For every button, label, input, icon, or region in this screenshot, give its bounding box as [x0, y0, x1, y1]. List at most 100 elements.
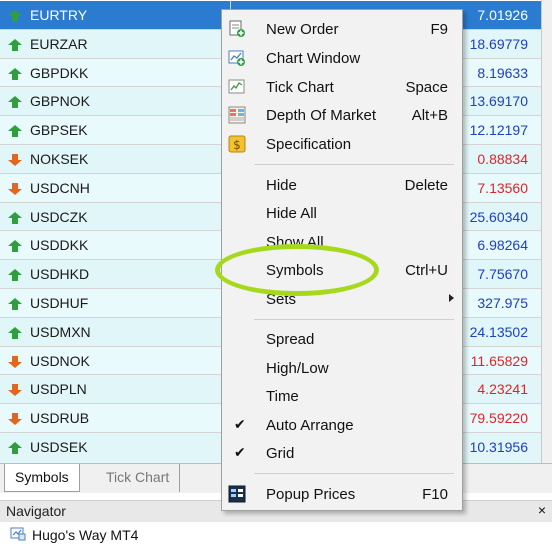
- menu-shortcut: Delete: [404, 177, 448, 194]
- ask-price: 13.69170: [469, 93, 528, 110]
- menu-label: Auto Arrange: [266, 417, 354, 434]
- menu-item-high-low[interactable]: High/Low: [222, 355, 462, 383]
- menu-shortcut: Alt+B: [411, 107, 448, 124]
- menu-separator: [254, 319, 454, 320]
- menu-label: Chart Window: [266, 50, 361, 67]
- symbol-name: USDHUF: [30, 295, 89, 311]
- menu-separator: [254, 473, 454, 474]
- menu-item-grid[interactable]: ✔ Grid: [222, 440, 462, 468]
- ask-price: 10.31956: [469, 439, 528, 455]
- ask-price: 24.13502: [469, 323, 528, 340]
- menu-shortcut: Ctrl+U: [405, 262, 448, 279]
- menu-item-specification[interactable]: $ Specification: [222, 131, 462, 159]
- ask-price: 6.98264: [477, 237, 528, 254]
- menu-label: Tick Chart: [266, 79, 334, 96]
- arrow-up-icon: [8, 269, 22, 282]
- svg-text:$: $: [233, 138, 241, 152]
- tab-tick-chart[interactable]: Tick Chart: [96, 464, 181, 492]
- arrow-up-icon: [8, 211, 22, 224]
- ask-price: 8.19633: [477, 64, 528, 81]
- arrow-down-icon: [8, 413, 22, 426]
- tick-chart-icon: [228, 79, 245, 94]
- popup-prices-icon: [228, 485, 246, 503]
- menu-label: Specification: [266, 136, 352, 153]
- menu-item-hide[interactable]: Hide Delete: [222, 172, 462, 200]
- ask-price: 18.69779: [469, 35, 528, 52]
- menu-item-hide-all[interactable]: Hide All: [222, 200, 462, 228]
- ask-price: 0.88834: [477, 151, 528, 167]
- depth-of-market-icon: [228, 106, 246, 124]
- ask-price: 12.12197: [469, 122, 528, 139]
- menu-label: Spread: [266, 331, 315, 348]
- menu-label: High/Low: [266, 360, 329, 377]
- arrow-down-icon: [8, 384, 22, 397]
- arrow-down-icon: [8, 182, 22, 195]
- menu-shortcut: F9: [430, 21, 448, 38]
- ask-price: 25.60340: [469, 208, 528, 225]
- ask-price: 79.59220: [469, 410, 528, 427]
- dollar-icon: $: [228, 135, 246, 153]
- symbol-name: GBPNOK: [30, 93, 90, 110]
- symbol-name: USDRUB: [30, 410, 90, 427]
- arrow-up-icon: [8, 240, 22, 253]
- menu-item-auto-arrange[interactable]: ✔ Auto Arrange: [222, 412, 462, 440]
- checkmark-icon: ✔: [234, 416, 246, 432]
- arrow-up-icon: [8, 442, 22, 454]
- ask-price: 7.13560: [477, 179, 528, 196]
- arrow-up-icon: [8, 125, 22, 138]
- symbol-name: USDPLN: [30, 381, 87, 398]
- menu-item-tick-chart[interactable]: Tick Chart Space: [222, 74, 462, 102]
- checkmark-icon: ✔: [234, 444, 246, 460]
- menu-item-time[interactable]: Time: [222, 383, 462, 411]
- menu-item-chart-window[interactable]: Chart Window: [222, 45, 462, 73]
- symbol-name: GBPDKK: [30, 64, 89, 81]
- arrow-up-icon: [8, 96, 22, 109]
- ask-price: 11.65829: [470, 352, 528, 369]
- menu-label: Time: [266, 388, 299, 405]
- ask-price: 4.23241: [477, 381, 528, 398]
- symbol-name: NOKSEK: [30, 151, 89, 167]
- menu-label: Hide: [266, 177, 297, 194]
- menu-shortcut: F10: [422, 486, 448, 503]
- navigator-close-button[interactable]: ×: [538, 502, 546, 518]
- symbol-name: USDNOK: [30, 352, 90, 369]
- arrow-up-icon: [8, 298, 22, 310]
- menu-item-new-order[interactable]: New Order F9: [222, 16, 462, 44]
- menu-item-depth-of-market[interactable]: Depth Of Market Alt+B: [222, 102, 462, 130]
- arrow-down-icon: [8, 355, 22, 368]
- symbol-name: USDHKD: [30, 266, 90, 283]
- highlight-ellipse: [215, 244, 379, 296]
- symbol-name: EURTRY: [30, 7, 88, 23]
- symbol-name: USDSEK: [30, 439, 88, 455]
- symbol-name: GBPSEK: [30, 122, 88, 139]
- vertical-scrollbar[interactable]: [542, 0, 552, 463]
- tab-symbols[interactable]: Symbols: [4, 464, 80, 492]
- symbol-name: USDMXN: [30, 323, 91, 340]
- ask-price: 7.01926: [477, 7, 528, 23]
- symbol-name: USDDKK: [30, 237, 89, 254]
- navigator-body: Hugo's Way MT4: [0, 522, 552, 547]
- chart-window-icon: [228, 50, 245, 66]
- arrow-up-icon: [8, 67, 22, 80]
- account-icon: [10, 527, 26, 541]
- menu-shortcut: Space: [405, 79, 448, 96]
- menu-item-spread[interactable]: Spread: [222, 326, 462, 354]
- ask-price: 327.975: [477, 295, 528, 311]
- menu-separator: [254, 164, 454, 165]
- symbol-name: EURZAR: [30, 35, 88, 52]
- menu-label: New Order: [266, 21, 339, 38]
- menu-label: Grid: [266, 445, 295, 462]
- arrow-up-icon: [8, 38, 22, 51]
- navigator-title: Navigator: [6, 503, 66, 519]
- arrow-down-icon: [8, 154, 22, 166]
- ask-price: 7.75670: [477, 266, 528, 283]
- navigator-account-item[interactable]: Hugo's Way MT4: [32, 527, 138, 543]
- new-order-icon: [229, 20, 245, 37]
- menu-item-popup-prices[interactable]: Popup Prices F10: [222, 481, 462, 509]
- arrow-up-icon: [8, 10, 22, 22]
- symbol-name: USDCZK: [30, 208, 88, 225]
- submenu-arrow-icon: [449, 294, 454, 302]
- menu-label: Depth Of Market: [266, 107, 377, 124]
- menu-label: Popup Prices: [266, 486, 356, 503]
- arrow-up-icon: [8, 326, 22, 339]
